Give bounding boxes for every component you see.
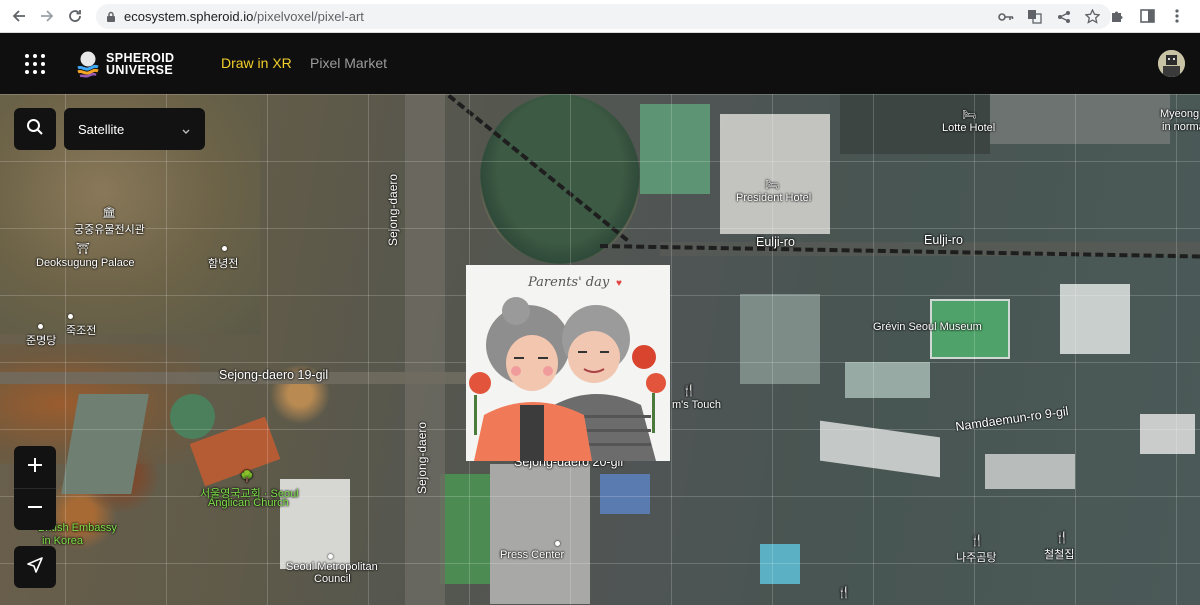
restaurant-icon[interactable]: 🍴: [837, 586, 851, 599]
map-label-president-hotel[interactable]: President Hotel: [736, 192, 811, 204]
restaurant-icon[interactable]: 🍴: [1055, 531, 1069, 544]
map-label-cheoljeop[interactable]: 철철집: [1044, 546, 1074, 562]
chevron-down-icon: [181, 123, 191, 141]
map-label-myeong[interactable]: Myeong: [1160, 108, 1199, 120]
spheroid-logo[interactable]: SPHEROID UNIVERSE: [76, 49, 175, 79]
palace-icon[interactable]: ⛩: [76, 242, 90, 255]
map-label-deoksugung[interactable]: Deoksugung Palace: [36, 257, 134, 269]
map-label-eulji-ro: Eulji-ro: [756, 235, 795, 249]
side-panel-icon[interactable]: [1138, 7, 1156, 25]
zoom-out-button[interactable]: [14, 488, 56, 530]
browser-menu-icon[interactable]: [1168, 7, 1186, 25]
museum-icon[interactable]: 🏛: [102, 206, 116, 219]
map-layer-value: Satellite: [78, 122, 125, 137]
url-text: ecosystem.spheroid.io/pixelvoxel/pixel-a…: [124, 9, 364, 24]
map-label-eulji-ro-2: Eulji-ro: [924, 233, 963, 247]
map-label-museum[interactable]: 궁중유물전시관: [74, 221, 145, 237]
poi-dot[interactable]: [68, 314, 73, 319]
avatar[interactable]: [1158, 50, 1185, 77]
pixel-art-illustration: [469, 297, 666, 461]
map-layer-select[interactable]: Satellite: [64, 108, 205, 150]
map-label-jukjojeon[interactable]: 죽조전: [66, 322, 96, 338]
browser-toolbar: ecosystem.spheroid.io/pixelvoxel/pixel-a…: [0, 0, 1200, 33]
address-bar[interactable]: ecosystem.spheroid.io/pixelvoxel/pixel-a…: [96, 4, 1111, 29]
lock-icon[interactable]: [106, 10, 116, 28]
map-label-anglican-church-en[interactable]: Anglican Church: [208, 497, 289, 509]
map-label-council[interactable]: Council: [314, 573, 351, 585]
map-label-seoul-metropolitan[interactable]: Seoul Metropolitan: [286, 561, 378, 573]
extensions-puzzle-icon[interactable]: [1108, 7, 1126, 25]
logo-line-2: UNIVERSE: [106, 63, 174, 77]
zoom-in-button[interactable]: [14, 446, 56, 488]
back-icon[interactable]: [8, 5, 30, 27]
map-search-button[interactable]: [14, 108, 56, 150]
hotel-bed-icon[interactable]: 🛏: [765, 178, 779, 191]
forward-icon[interactable]: [36, 5, 58, 27]
bookmark-star-icon[interactable]: [1084, 8, 1101, 25]
navigation-arrow-icon: [26, 556, 44, 579]
search-icon: [26, 118, 44, 141]
nav-pixel-market[interactable]: Pixel Market: [310, 55, 387, 71]
poi-dot[interactable]: [38, 324, 43, 329]
nav-draw-in-xr[interactable]: Draw in XR: [221, 55, 292, 71]
locate-me-button[interactable]: [14, 546, 56, 588]
map-label-hamnyeonjeon[interactable]: 함녕전: [208, 255, 238, 271]
minus-icon: [26, 498, 44, 521]
map-label-sejong-daero: Sejong-daero: [386, 173, 400, 246]
poi-dot[interactable]: [328, 554, 333, 559]
map-label-moms-touch[interactable]: m's Touch: [672, 399, 721, 411]
hotel-bed-icon[interactable]: 🛏: [962, 108, 976, 121]
church-icon[interactable]: 🌳: [240, 470, 254, 483]
map-label-press-center[interactable]: Press Center: [500, 549, 564, 561]
map-label-sejong-19gil: Sejong-daero 19-gil: [219, 368, 329, 382]
plus-icon: [26, 456, 44, 479]
map-label-in-norma[interactable]: in norma: [1162, 121, 1200, 133]
apps-grid-icon[interactable]: [25, 54, 45, 74]
map-label-najugomtang[interactable]: 나주곰탕: [956, 549, 996, 565]
url-host: ecosystem.spheroid.io: [124, 9, 254, 24]
map-label-lotte-hotel[interactable]: Lotte Hotel: [942, 122, 995, 134]
app-header: SPHEROID UNIVERSE Draw in XR Pixel Marke…: [0, 33, 1200, 94]
translate-icon[interactable]: [1026, 8, 1043, 25]
share-icon[interactable]: [1055, 8, 1072, 25]
key-icon[interactable]: [997, 8, 1014, 25]
satellite-map[interactable]: Lotte Hotel Myeong in norma President Ho…: [0, 94, 1200, 605]
restaurant-icon[interactable]: 🍴: [682, 384, 696, 397]
map-label-junmyeongdang[interactable]: 준명당: [26, 332, 56, 348]
restaurant-icon[interactable]: 🍴: [970, 534, 984, 547]
url-path: /pixelvoxel/pixel-art: [253, 9, 364, 24]
poi-dot[interactable]: [222, 246, 227, 251]
pixel-art-tile[interactable]: Parents' day ♥ ♥: [466, 265, 670, 461]
spheroid-logo-mark-icon: [76, 50, 100, 78]
map-label-sejong-daero-2: Sejong-daero: [415, 421, 429, 494]
poi-dot[interactable]: [555, 541, 560, 546]
map-label-grevin-museum[interactable]: Grévin Seoul Museum: [873, 321, 982, 333]
reload-icon[interactable]: [64, 5, 86, 27]
